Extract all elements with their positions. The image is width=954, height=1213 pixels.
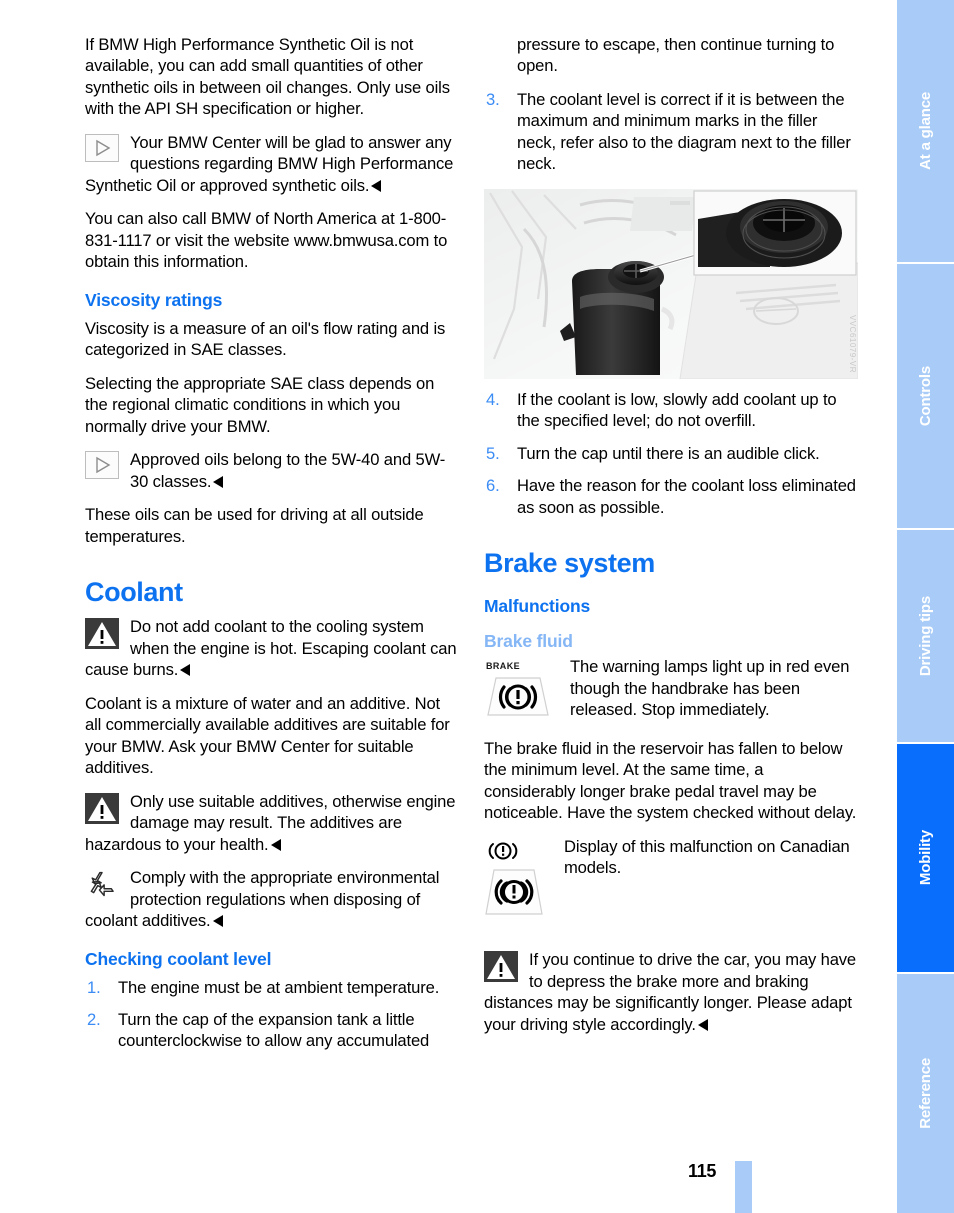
list-item: 3. The coolant level is correct if it is… bbox=[484, 89, 858, 175]
step-number: 3. bbox=[486, 89, 500, 109]
contact-paragraph: You can also call BMW of North America a… bbox=[85, 209, 448, 272]
sidebar-item-label: Mobility bbox=[917, 830, 934, 886]
warning-text: If you continue to drive the car, you ma… bbox=[484, 950, 857, 1034]
note-text: Display of this malfunction on Canadian … bbox=[564, 836, 850, 878]
viscosity-paragraph-2: Selecting the appropriate SAE class depe… bbox=[85, 373, 435, 436]
list-item: 2. Turn the cap of the expansion tank a … bbox=[85, 1009, 459, 1052]
info-icon bbox=[85, 133, 119, 167]
step-number: 4. bbox=[486, 389, 500, 409]
svg-text:BRAKE: BRAKE bbox=[486, 661, 520, 671]
intro-paragraph: If BMW High Performance Synthetic Oil is… bbox=[85, 35, 450, 119]
warning-hot-engine: Do not add coolant to the cooling system… bbox=[85, 616, 459, 680]
step-number: 6. bbox=[486, 476, 500, 496]
list-item: 5. Turn the cap until there is an audibl… bbox=[484, 443, 858, 464]
sidebar-item-mobility[interactable]: Mobility bbox=[897, 744, 954, 972]
step-number: 2. bbox=[87, 1009, 101, 1029]
warning-triangle-icon bbox=[484, 951, 518, 987]
coolant-steps-top: 3. The coolant level is correct if it is… bbox=[484, 89, 858, 175]
brake-system-heading: Brake system bbox=[484, 548, 655, 579]
left-column: If BMW High Performance Synthetic Oil is… bbox=[85, 34, 459, 1063]
right-column: pressure to escape, then continue turnin… bbox=[484, 34, 858, 1047]
note-approved-oils: Approved oils belong to the 5W-40 and 5W… bbox=[85, 449, 459, 492]
sidebar-item-label: Controls bbox=[917, 365, 934, 427]
viscosity-paragraph-1: Viscosity is a measure of an oil's flow … bbox=[85, 318, 446, 360]
manual-page: If BMW High Performance Synthetic Oil is… bbox=[0, 0, 954, 1213]
end-of-note-marker bbox=[213, 475, 224, 488]
warning-additives: Only use suitable additives, otherwise e… bbox=[85, 791, 459, 855]
list-item: 1. The engine must be at ambient tempera… bbox=[85, 977, 459, 998]
malfunctions-heading: Malfunctions bbox=[484, 596, 591, 617]
step-number: 5. bbox=[486, 443, 500, 463]
brake-warning-lamp-icon: BRAKE bbox=[484, 658, 556, 725]
coolant-expansion-tank-photo: VVC61079-VR bbox=[484, 188, 858, 379]
warning-triangle-icon bbox=[85, 792, 119, 829]
coolant-heading: Coolant bbox=[85, 577, 183, 608]
end-of-note-marker bbox=[180, 664, 191, 677]
step-text: The coolant level is correct if it is be… bbox=[517, 89, 851, 174]
warning-triangle-icon bbox=[85, 618, 119, 654]
info-icon bbox=[85, 451, 119, 484]
step-text: If the coolant is low, slowly add coolan… bbox=[517, 389, 837, 431]
viscosity-paragraph-3: These oils can be used for driving at al… bbox=[85, 505, 424, 546]
brake-fluid-heading: Brake fluid bbox=[484, 631, 573, 652]
sidebar-item-label: Reference bbox=[917, 1058, 934, 1129]
brake-warning-lamp-note: BRAKE The warning lamps light up in red … bbox=[484, 656, 858, 725]
page-edge-marker bbox=[735, 1161, 752, 1213]
canadian-brake-icons bbox=[484, 838, 546, 923]
note-text: Your BMW Center will be glad to answer a… bbox=[85, 132, 454, 195]
list-item: 4. If the coolant is low, slowly add coo… bbox=[484, 389, 858, 432]
sidebar-item-at-a-glance[interactable]: At a glance bbox=[897, 0, 954, 262]
recycle-icon bbox=[85, 869, 119, 905]
checking-coolant-steps: 1. The engine must be at ambient tempera… bbox=[85, 977, 459, 1052]
end-of-note-marker bbox=[270, 838, 281, 851]
step-text: Turn the cap until there is an audible c… bbox=[517, 443, 820, 463]
page-number: 115 bbox=[688, 1161, 717, 1181]
step-text: The engine must be at ambient temperatur… bbox=[118, 977, 440, 997]
sidebar-item-label: Driving tips bbox=[917, 595, 934, 677]
step-number: 1. bbox=[87, 977, 101, 997]
list-item: 6. Have the reason for the coolant loss … bbox=[484, 475, 858, 518]
coolant-paragraph-1: Coolant is a mixture of water and an add… bbox=[85, 693, 450, 778]
note-bmw-center: Your BMW Center will be glad to answer a… bbox=[85, 132, 459, 196]
note-text: Approved oils belong to the 5W-40 and 5W… bbox=[130, 450, 446, 491]
sidebar-item-driving-tips[interactable]: Driving tips bbox=[897, 530, 954, 742]
warning-continue-driving: If you continue to drive the car, you ma… bbox=[484, 949, 858, 1035]
sidebar-item-label: At a glance bbox=[917, 92, 934, 170]
warning-text: Do not add coolant to the cooling system… bbox=[85, 617, 457, 680]
sidebar-item-reference[interactable]: Reference bbox=[897, 974, 954, 1213]
figure-code: VVC61079-VR bbox=[848, 314, 857, 373]
end-of-note-marker bbox=[212, 915, 223, 928]
note-environment: Comply with the appropriate environmenta… bbox=[85, 867, 459, 931]
coolant-steps-bottom: 4. If the coolant is low, slowly add coo… bbox=[484, 389, 858, 518]
step-text: Have the reason for the coolant loss eli… bbox=[517, 476, 856, 517]
checking-coolant-level-heading: Checking coolant level bbox=[85, 948, 272, 969]
end-of-note-marker bbox=[371, 179, 382, 192]
canadian-models-note: Display of this malfunction on Canadian … bbox=[484, 836, 858, 923]
note-text: The warning lamps light up in red even t… bbox=[570, 657, 850, 720]
sidebar-item-controls[interactable]: Controls bbox=[897, 264, 954, 528]
viscosity-ratings-heading: Viscosity ratings bbox=[85, 289, 223, 310]
note-text: Comply with the appropriate environmenta… bbox=[85, 868, 440, 931]
continued-paragraph: pressure to escape, then continue turnin… bbox=[517, 35, 835, 76]
step-text: Turn the cap of the expansion tank a lit… bbox=[118, 1009, 430, 1051]
chapter-sidebar: At a glance Controls Driving tips Mobili… bbox=[897, 0, 954, 1213]
end-of-note-marker bbox=[697, 1018, 708, 1031]
brake-fluid-paragraph: The brake fluid in the reservoir has fal… bbox=[484, 738, 857, 823]
